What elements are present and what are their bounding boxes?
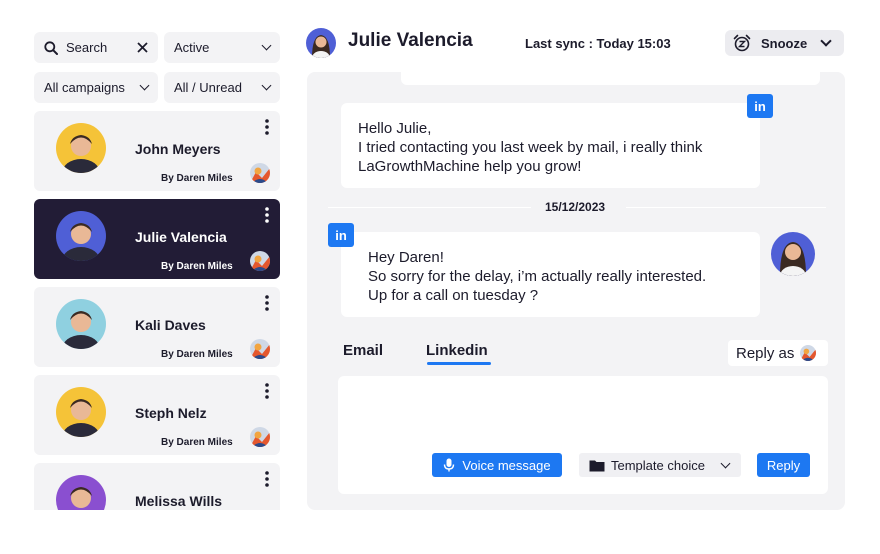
linkedin-icon: in <box>328 223 354 247</box>
incoming-message: Hey Daren! So sorry for the delay, i’m a… <box>341 232 760 317</box>
owner-avatar <box>800 345 817 361</box>
avatar <box>56 299 106 349</box>
microphone-icon <box>444 458 455 472</box>
read-state-select[interactable]: All / Unread <box>164 72 280 103</box>
chevron-down-icon <box>820 35 832 47</box>
chevron-down-icon <box>261 40 272 51</box>
contact-name: Kali Daves <box>135 317 206 333</box>
tab-email[interactable]: Email <box>343 342 383 359</box>
avatar <box>56 211 106 261</box>
more-options-icon[interactable] <box>265 471 269 487</box>
date-divider-left <box>328 207 531 208</box>
more-options-icon[interactable] <box>265 119 269 135</box>
sender-avatar <box>771 232 815 276</box>
campaigns-select[interactable]: All campaigns <box>34 72 158 103</box>
voice-message-button[interactable]: Voice message <box>432 453 562 477</box>
owner-avatar <box>250 339 270 359</box>
contact-name: Melissa Wills <box>135 493 223 509</box>
folder-icon <box>589 460 605 471</box>
message-line: Hello Julie, <box>358 120 432 137</box>
search-label: Search <box>66 40 108 55</box>
voice-message-label: Voice message <box>462 457 551 473</box>
template-choice-label: Template choice <box>611 457 705 473</box>
contact-owner: By Daren Miles <box>161 173 233 184</box>
reply-as-label: Reply as <box>736 344 795 362</box>
message-line: I tried contacting you last week by mail… <box>358 139 703 156</box>
conversation-title: Julie Valencia <box>348 30 473 51</box>
more-options-icon[interactable] <box>265 383 269 399</box>
contact-card-melissa-wills[interactable]: Melissa Wills <box>34 463 280 510</box>
reply-button[interactable]: Reply <box>757 453 810 477</box>
message-line: Hey Daren! <box>368 249 444 266</box>
contact-owner: By Daren Miles <box>161 261 233 272</box>
message-line: Up for a call on tuesday ? <box>368 287 539 304</box>
template-choice-select[interactable]: Template choice <box>579 453 741 477</box>
owner-avatar <box>250 163 270 183</box>
contact-owner: By Daren Miles <box>161 437 233 448</box>
contact-card-steph-nelz[interactable]: Steph Nelz By Daren Miles <box>34 375 280 455</box>
snooze-label: Snooze <box>761 35 808 51</box>
avatar <box>56 123 106 173</box>
status-select[interactable]: Active <box>164 32 280 63</box>
close-icon[interactable] <box>137 42 148 53</box>
chevron-down-icon <box>139 80 150 91</box>
tab-linkedin[interactable]: Linkedin <box>426 342 488 359</box>
more-options-icon[interactable] <box>265 295 269 311</box>
active-tab-indicator <box>427 362 491 365</box>
owner-avatar <box>250 251 270 271</box>
alarm-clock-icon <box>733 34 751 52</box>
date-divider-right <box>626 207 826 208</box>
more-options-icon[interactable] <box>265 207 269 223</box>
contact-name: Julie Valencia <box>135 229 227 245</box>
chevron-down-icon <box>720 458 731 468</box>
search-icon <box>44 40 58 55</box>
snooze-button[interactable]: Snooze <box>725 30 844 56</box>
campaigns-select-value: All campaigns <box>44 80 125 95</box>
outgoing-message: Hello Julie, I tried contacting you last… <box>341 103 760 188</box>
contact-card-kali-daves[interactable]: Kali Daves By Daren Miles <box>34 287 280 367</box>
reply-as-selector[interactable]: Reply as <box>728 340 828 366</box>
date-separator: 15/12/2023 <box>545 200 606 214</box>
last-sync-status: Last sync : Today 15:03 <box>525 36 671 51</box>
chevron-down-icon <box>261 80 272 91</box>
avatar <box>56 387 106 437</box>
message-line: So sorry for the delay, i’m actually rea… <box>368 268 707 285</box>
reply-button-label: Reply <box>766 457 801 473</box>
linkedin-icon: in <box>747 94 773 118</box>
message-line: LaGrowthMachine help you grow! <box>358 158 582 175</box>
contact-avatar <box>306 28 336 58</box>
contact-list[interactable]: John Meyers By Daren Miles Julie Valenci… <box>34 111 280 510</box>
contact-card-julie-valencia[interactable]: Julie Valencia By Daren Miles <box>34 199 280 279</box>
previous-message-edge <box>401 72 820 85</box>
contact-name: Steph Nelz <box>135 405 207 421</box>
contact-card-john-meyers[interactable]: John Meyers By Daren Miles <box>34 111 280 191</box>
contact-owner: By Daren Miles <box>161 349 233 360</box>
status-select-value: Active <box>174 40 210 55</box>
owner-avatar <box>250 427 270 447</box>
contact-name: John Meyers <box>135 141 221 157</box>
avatar <box>56 475 106 510</box>
read-state-select-value: All / Unread <box>174 80 242 95</box>
search-filter[interactable]: Search <box>34 32 158 63</box>
